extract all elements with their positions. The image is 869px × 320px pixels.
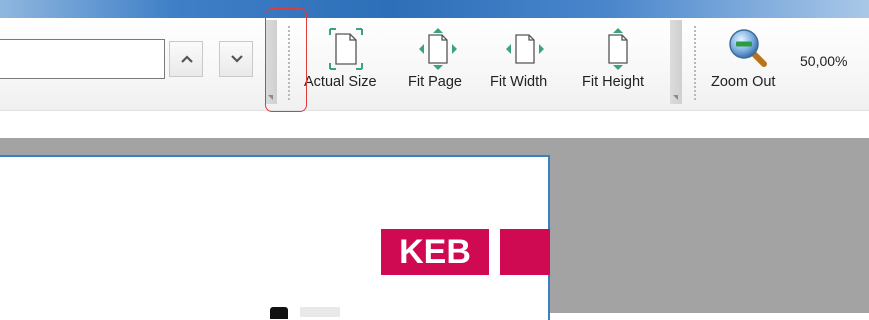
toolbar-separator-2 (694, 26, 696, 100)
fit-height-button[interactable]: Fit Height (580, 18, 658, 110)
page-image-fragment (270, 307, 288, 319)
fit-width-icon (505, 27, 545, 75)
fit-page-button[interactable]: Fit Page (405, 18, 471, 110)
window-top-strip (0, 0, 869, 18)
fit-height-icon (598, 27, 638, 75)
zoom-level-value[interactable]: 50,00% (800, 53, 847, 69)
document-page[interactable]: KEB (0, 155, 550, 320)
keb-logo: KEB (381, 229, 489, 275)
page-image-fragment-2 (300, 307, 340, 317)
next-result-button[interactable] (219, 41, 253, 77)
actual-size-button[interactable]: Actual Size (304, 18, 388, 110)
fit-width-button[interactable]: Fit Width (488, 18, 562, 110)
fit-width-label: Fit Width (490, 74, 548, 90)
fit-page-label: Fit Page (408, 74, 462, 90)
fit-page-icon (418, 27, 458, 75)
zoom-out-label: Zoom Out (711, 74, 776, 90)
document-viewer[interactable]: KEB (0, 138, 869, 320)
actual-size-icon (328, 27, 364, 75)
zoom-out-button[interactable]: Zoom Out (708, 18, 792, 110)
logo-bar (500, 229, 550, 275)
toolbar: Actual Size Fit Page Fit Width Fit Heigh… (0, 18, 869, 111)
search-input[interactable] (0, 39, 165, 79)
previous-result-button[interactable] (169, 41, 203, 77)
actual-size-label: Actual Size (304, 74, 377, 90)
zoom-out-icon (726, 26, 772, 76)
highlight-annotation (265, 8, 307, 112)
fit-height-label: Fit Height (582, 74, 645, 90)
toolbar-group-resize-handle-2[interactable] (670, 20, 682, 104)
